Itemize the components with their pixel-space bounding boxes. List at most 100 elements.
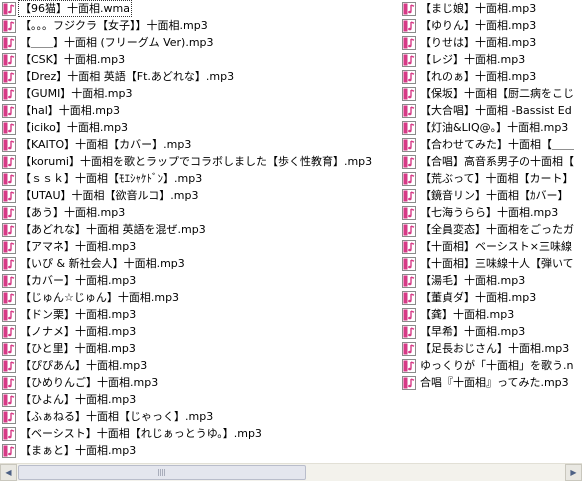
file-name: 【まじ娘】十面相.mp3 (420, 2, 537, 15)
file-item[interactable]: 【アマネ】十面相.mp3 (0, 238, 400, 255)
file-item[interactable]: 【hal】十面相.mp3 (0, 102, 400, 119)
mp3-audio-file-icon (402, 375, 416, 390)
mp3-audio-file-icon (402, 239, 416, 254)
file-item[interactable]: 【保坂】十面相【厨二病をこじ (400, 85, 582, 102)
file-item[interactable]: 【鏡音リン】十面相【ｶバー】 (400, 187, 582, 204)
file-name: 【ひめりんご】十面相.mp3 (20, 376, 159, 389)
file-name: 【十面相】ベーシスト×三味線 (420, 240, 572, 253)
mp3-audio-file-icon (2, 409, 16, 424)
file-name: 【大合唱】十面相 -Bassist Ed (420, 104, 572, 117)
file-name: 【灯油&LIQ@。】十面相.mp3 (420, 121, 569, 134)
file-name: 【UTAU】十面相【欲音ルコ】.mp3 (20, 189, 199, 202)
file-item[interactable]: 【七海うらら】十面相.mp3 (400, 204, 582, 221)
mp3-audio-file-icon (2, 375, 16, 390)
file-item[interactable]: ゆっくりが「十面相」を歌う.n (400, 357, 582, 374)
mp3-audio-file-icon (2, 222, 16, 237)
file-name: 【れのぁ】十面相.mp3 (420, 70, 537, 83)
mp3-audio-file-icon (2, 103, 16, 118)
file-item[interactable]: 【ノナメ】十面相.mp3 (0, 323, 400, 340)
mp3-audio-file-icon (2, 69, 16, 84)
file-item[interactable]: 【ぴぴあん】十面相.mp3 (0, 357, 400, 374)
scroll-thumb[interactable] (18, 465, 306, 480)
file-item[interactable]: 【ドン栗】十面相.mp3 (0, 306, 400, 323)
file-item[interactable]: 【あどれな】十面相 英語を混ぜ.mp3 (0, 221, 400, 238)
file-item[interactable]: 【。。。フジクラ【女子】】十面相.mp3 (0, 17, 400, 34)
file-item[interactable]: 【じゅん☆じゅん】十面相.mp3 (0, 289, 400, 306)
file-item[interactable]: 【足長おじさん】十面相.mp3 (400, 340, 582, 357)
file-item[interactable]: 【＿＿】十面相 (フリーグム Ver).mp3 (0, 34, 400, 51)
file-item[interactable]: 【全員変态】十面相をごったガ (400, 221, 582, 238)
file-item[interactable]: 【ゆりん】十面相.mp3 (400, 17, 582, 34)
file-item[interactable]: 【KAITO】十面相【カバー】.mp3 (0, 136, 400, 153)
file-name: 【96猫】十面相.wma (18, 0, 132, 17)
file-item[interactable]: 【いぴ & 新社会人】十面相.mp3 (0, 255, 400, 272)
file-name: 【ぴぴあん】十面相.mp3 (20, 359, 148, 372)
file-item[interactable]: 【Drez】十面相 英語【Ft.あどれな】.mp3 (0, 68, 400, 85)
file-item[interactable]: 【れのぁ】十面相.mp3 (400, 68, 582, 85)
mp3-audio-file-icon (2, 171, 16, 186)
file-item[interactable]: 【大合唱】十面相 -Bassist Ed (400, 102, 582, 119)
scroll-thumb-grip-icon (158, 469, 166, 476)
mp3-audio-file-icon (2, 358, 16, 373)
mp3-audio-file-icon (402, 18, 416, 33)
file-item[interactable]: 【korumi】十面相を歌とラップでコラボしました【歩く性教育】.mp3 (0, 153, 400, 170)
file-item[interactable]: 【ベーシスト】十面相【れじぁっとうゆ。】.mp3 (0, 425, 400, 442)
mp3-audio-file-icon (2, 341, 16, 356)
file-item[interactable]: 【荒ぶって】十面相【カート】 (400, 170, 582, 187)
file-item[interactable]: 【早希】十面相.mp3 (400, 323, 582, 340)
file-item[interactable]: 【ひよん】十面相.mp3 (0, 391, 400, 408)
mp3-audio-file-icon (402, 307, 416, 322)
file-item[interactable]: 【りせは】十面相.mp3 (400, 34, 582, 51)
mp3-audio-file-icon (2, 307, 16, 322)
mp3-audio-file-icon (402, 205, 416, 220)
file-item[interactable]: 【96猫】十面相.wma (0, 0, 400, 17)
file-name: 【カバー】十面相.mp3 (20, 274, 137, 287)
mp3-audio-file-icon (402, 290, 416, 305)
scroll-track[interactable] (17, 464, 565, 481)
file-name: 【hal】十面相.mp3 (20, 104, 120, 117)
file-item[interactable]: 【十面相】ベーシスト×三味線 (400, 238, 582, 255)
horizontal-scrollbar[interactable]: ◀ ▶ (0, 463, 582, 481)
file-item[interactable]: 【あう】十面相.mp3 (0, 204, 400, 221)
file-item[interactable]: 【董貞ダ】十面相.mp3 (400, 289, 582, 306)
file-item[interactable]: 合唱『十面相』ってみた.mp3 (400, 374, 582, 391)
mp3-audio-file-icon (2, 392, 16, 407)
file-name: 【董貞ダ】十面相.mp3 (420, 291, 537, 304)
file-item[interactable]: 【龚】十面相.mp3 (400, 306, 582, 323)
file-item[interactable]: 【十面相】三味線十人【弾いて (400, 255, 582, 272)
mp3-audio-file-icon (402, 52, 416, 67)
file-item[interactable]: 【湯毛】十面相.mp3 (400, 272, 582, 289)
file-item[interactable]: 【合わせてみた】十面相【＿＿ (400, 136, 582, 153)
file-item[interactable]: 【ふぁねる】十面相【じゃっく】.mp3 (0, 408, 400, 425)
mp3-audio-file-icon (2, 35, 16, 50)
file-item[interactable]: 【カバー】十面相.mp3 (0, 272, 400, 289)
file-name: 【七海うらら】十面相.mp3 (420, 206, 559, 219)
file-item[interactable]: 【GUMI】十面相.mp3 (0, 85, 400, 102)
file-item[interactable]: 【CSK】十面相.mp3 (0, 51, 400, 68)
mp3-audio-file-icon (2, 205, 16, 220)
file-column-left: 【96猫】十面相.wma 【。。。フジクラ【女子】】十面相.mp3 【＿＿】十面相 … (0, 0, 400, 459)
file-item[interactable]: 【ひと里】十面相.mp3 (0, 340, 400, 357)
file-item[interactable]: 【ひめりんご】十面相.mp3 (0, 374, 400, 391)
file-item[interactable]: 【灯油&LIQ@。】十面相.mp3 (400, 119, 582, 136)
file-item[interactable]: 【ｓｓｋ】十面相【ﾓｴｼｬｹﾄﾞﾝ】.mp3 (0, 170, 400, 187)
scroll-right-button[interactable]: ▶ (565, 464, 582, 481)
file-name: 【じゅん☆じゅん】十面相.mp3 (20, 291, 180, 304)
file-name: 【ひと里】十面相.mp3 (20, 342, 136, 355)
mp3-audio-file-icon (2, 120, 16, 135)
file-name: 【ゆりん】十面相.mp3 (420, 19, 537, 32)
file-item[interactable]: 【まぁと】十面相.mp3 (0, 442, 400, 459)
mp3-audio-file-icon (402, 324, 416, 339)
file-item[interactable]: 【UTAU】十面相【欲音ルコ】.mp3 (0, 187, 400, 204)
file-item[interactable]: 【まじ娘】十面相.mp3 (400, 0, 582, 17)
file-name: 【保坂】十面相【厨二病をこじ (420, 87, 574, 100)
scroll-right-arrow-icon: ▶ (570, 468, 577, 477)
file-item[interactable]: 【合唱】高音系男子の十面相【 (400, 153, 582, 170)
file-name: ゆっくりが「十面相」を歌う.n (420, 359, 574, 372)
scroll-left-button[interactable]: ◀ (0, 464, 17, 481)
mp3-audio-file-icon (402, 103, 416, 118)
file-item[interactable]: 【iciko】十面相.mp3 (0, 119, 400, 136)
file-name: 【ドン栗】十面相.mp3 (20, 308, 137, 321)
file-name: 【KAITO】十面相【カバー】.mp3 (20, 138, 192, 151)
file-item[interactable]: 【レジ】十面相.mp3 (400, 51, 582, 68)
